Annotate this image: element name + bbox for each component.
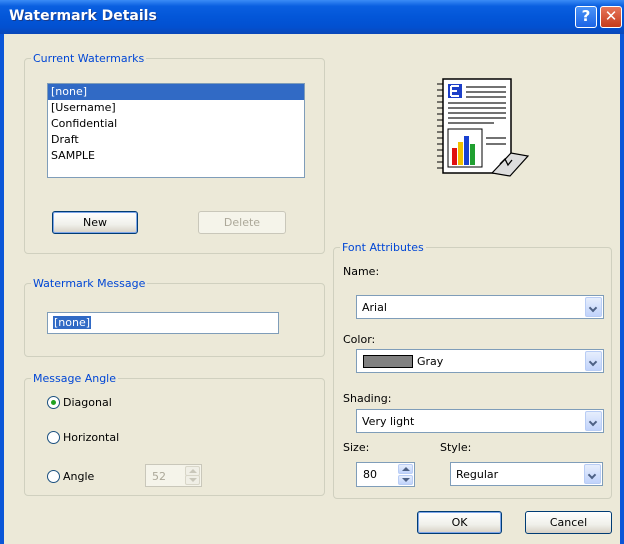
window-border-right xyxy=(620,34,624,544)
watermark-list-item[interactable]: [none] xyxy=(48,84,304,100)
font-color-select[interactable]: Gray xyxy=(356,349,604,373)
angle-spinner[interactable]: 52 xyxy=(145,464,202,487)
help-button[interactable]: ? xyxy=(575,6,597,28)
chevron-down-icon[interactable] xyxy=(585,297,602,317)
watermark-details-dialog: Watermark Details ? ✕ Current Watermarks… xyxy=(0,0,624,544)
window-title: Watermark Details xyxy=(9,8,157,24)
watermark-list[interactable]: [none] [Username] Confidential Draft SAM… xyxy=(47,83,305,178)
watermark-list-item[interactable]: Draft xyxy=(48,132,304,148)
style-select[interactable]: Regular xyxy=(450,462,603,486)
horizontal-radio[interactable] xyxy=(47,431,60,444)
font-name-value: Arial xyxy=(362,301,387,314)
horizontal-label: Horizontal xyxy=(63,431,120,444)
watermark-message-legend: Watermark Message xyxy=(33,277,146,290)
diagonal-radio[interactable] xyxy=(47,396,60,409)
size-label: Size: xyxy=(343,441,370,454)
watermark-list-item[interactable]: [Username] xyxy=(48,100,304,116)
font-name-select[interactable]: Arial xyxy=(356,295,604,319)
chevron-down-icon[interactable] xyxy=(585,411,602,431)
font-name-label: Name: xyxy=(343,265,380,278)
size-value: 80 xyxy=(363,468,377,481)
document-chart-preview-icon xyxy=(437,78,530,177)
spin-up-icon[interactable] xyxy=(398,464,413,474)
color-swatch xyxy=(363,355,413,368)
font-attributes-legend: Font Attributes xyxy=(342,241,424,254)
title-bar: Watermark Details ? ✕ xyxy=(0,0,624,34)
watermark-list-item[interactable]: Confidential xyxy=(48,116,304,132)
shading-value: Very light xyxy=(362,415,415,428)
message-angle-legend: Message Angle xyxy=(33,372,117,385)
style-label: Style: xyxy=(440,441,472,454)
ok-button[interactable]: OK xyxy=(417,511,502,534)
cancel-button[interactable]: Cancel xyxy=(525,511,612,534)
angle-label: Angle xyxy=(63,470,95,483)
font-color-value: Gray xyxy=(417,355,444,368)
chevron-down-icon[interactable] xyxy=(585,351,602,371)
shading-select[interactable]: Very light xyxy=(356,409,604,433)
shading-label: Shading: xyxy=(343,392,392,405)
angle-radio[interactable] xyxy=(47,470,60,483)
new-button[interactable]: New xyxy=(52,211,138,234)
close-button[interactable]: ✕ xyxy=(600,6,622,28)
watermark-list-item[interactable]: SAMPLE xyxy=(48,148,304,164)
watermark-message-text: [none] xyxy=(53,316,92,329)
spin-down-icon[interactable] xyxy=(398,475,413,485)
chevron-down-icon[interactable] xyxy=(584,464,601,484)
size-spinner[interactable]: 80 xyxy=(356,462,415,487)
diagonal-label: Diagonal xyxy=(63,396,112,409)
angle-value: 52 xyxy=(152,470,166,483)
style-value: Regular xyxy=(456,468,499,481)
watermark-message-input[interactable]: [none] xyxy=(47,312,279,334)
close-icon: ✕ xyxy=(604,7,618,25)
window-border-left xyxy=(0,34,4,544)
delete-button[interactable]: Delete xyxy=(198,211,286,234)
spin-down-icon[interactable] xyxy=(185,475,200,485)
current-watermarks-legend: Current Watermarks xyxy=(33,52,145,65)
help-icon: ? xyxy=(581,7,591,25)
font-color-label: Color: xyxy=(343,333,376,346)
